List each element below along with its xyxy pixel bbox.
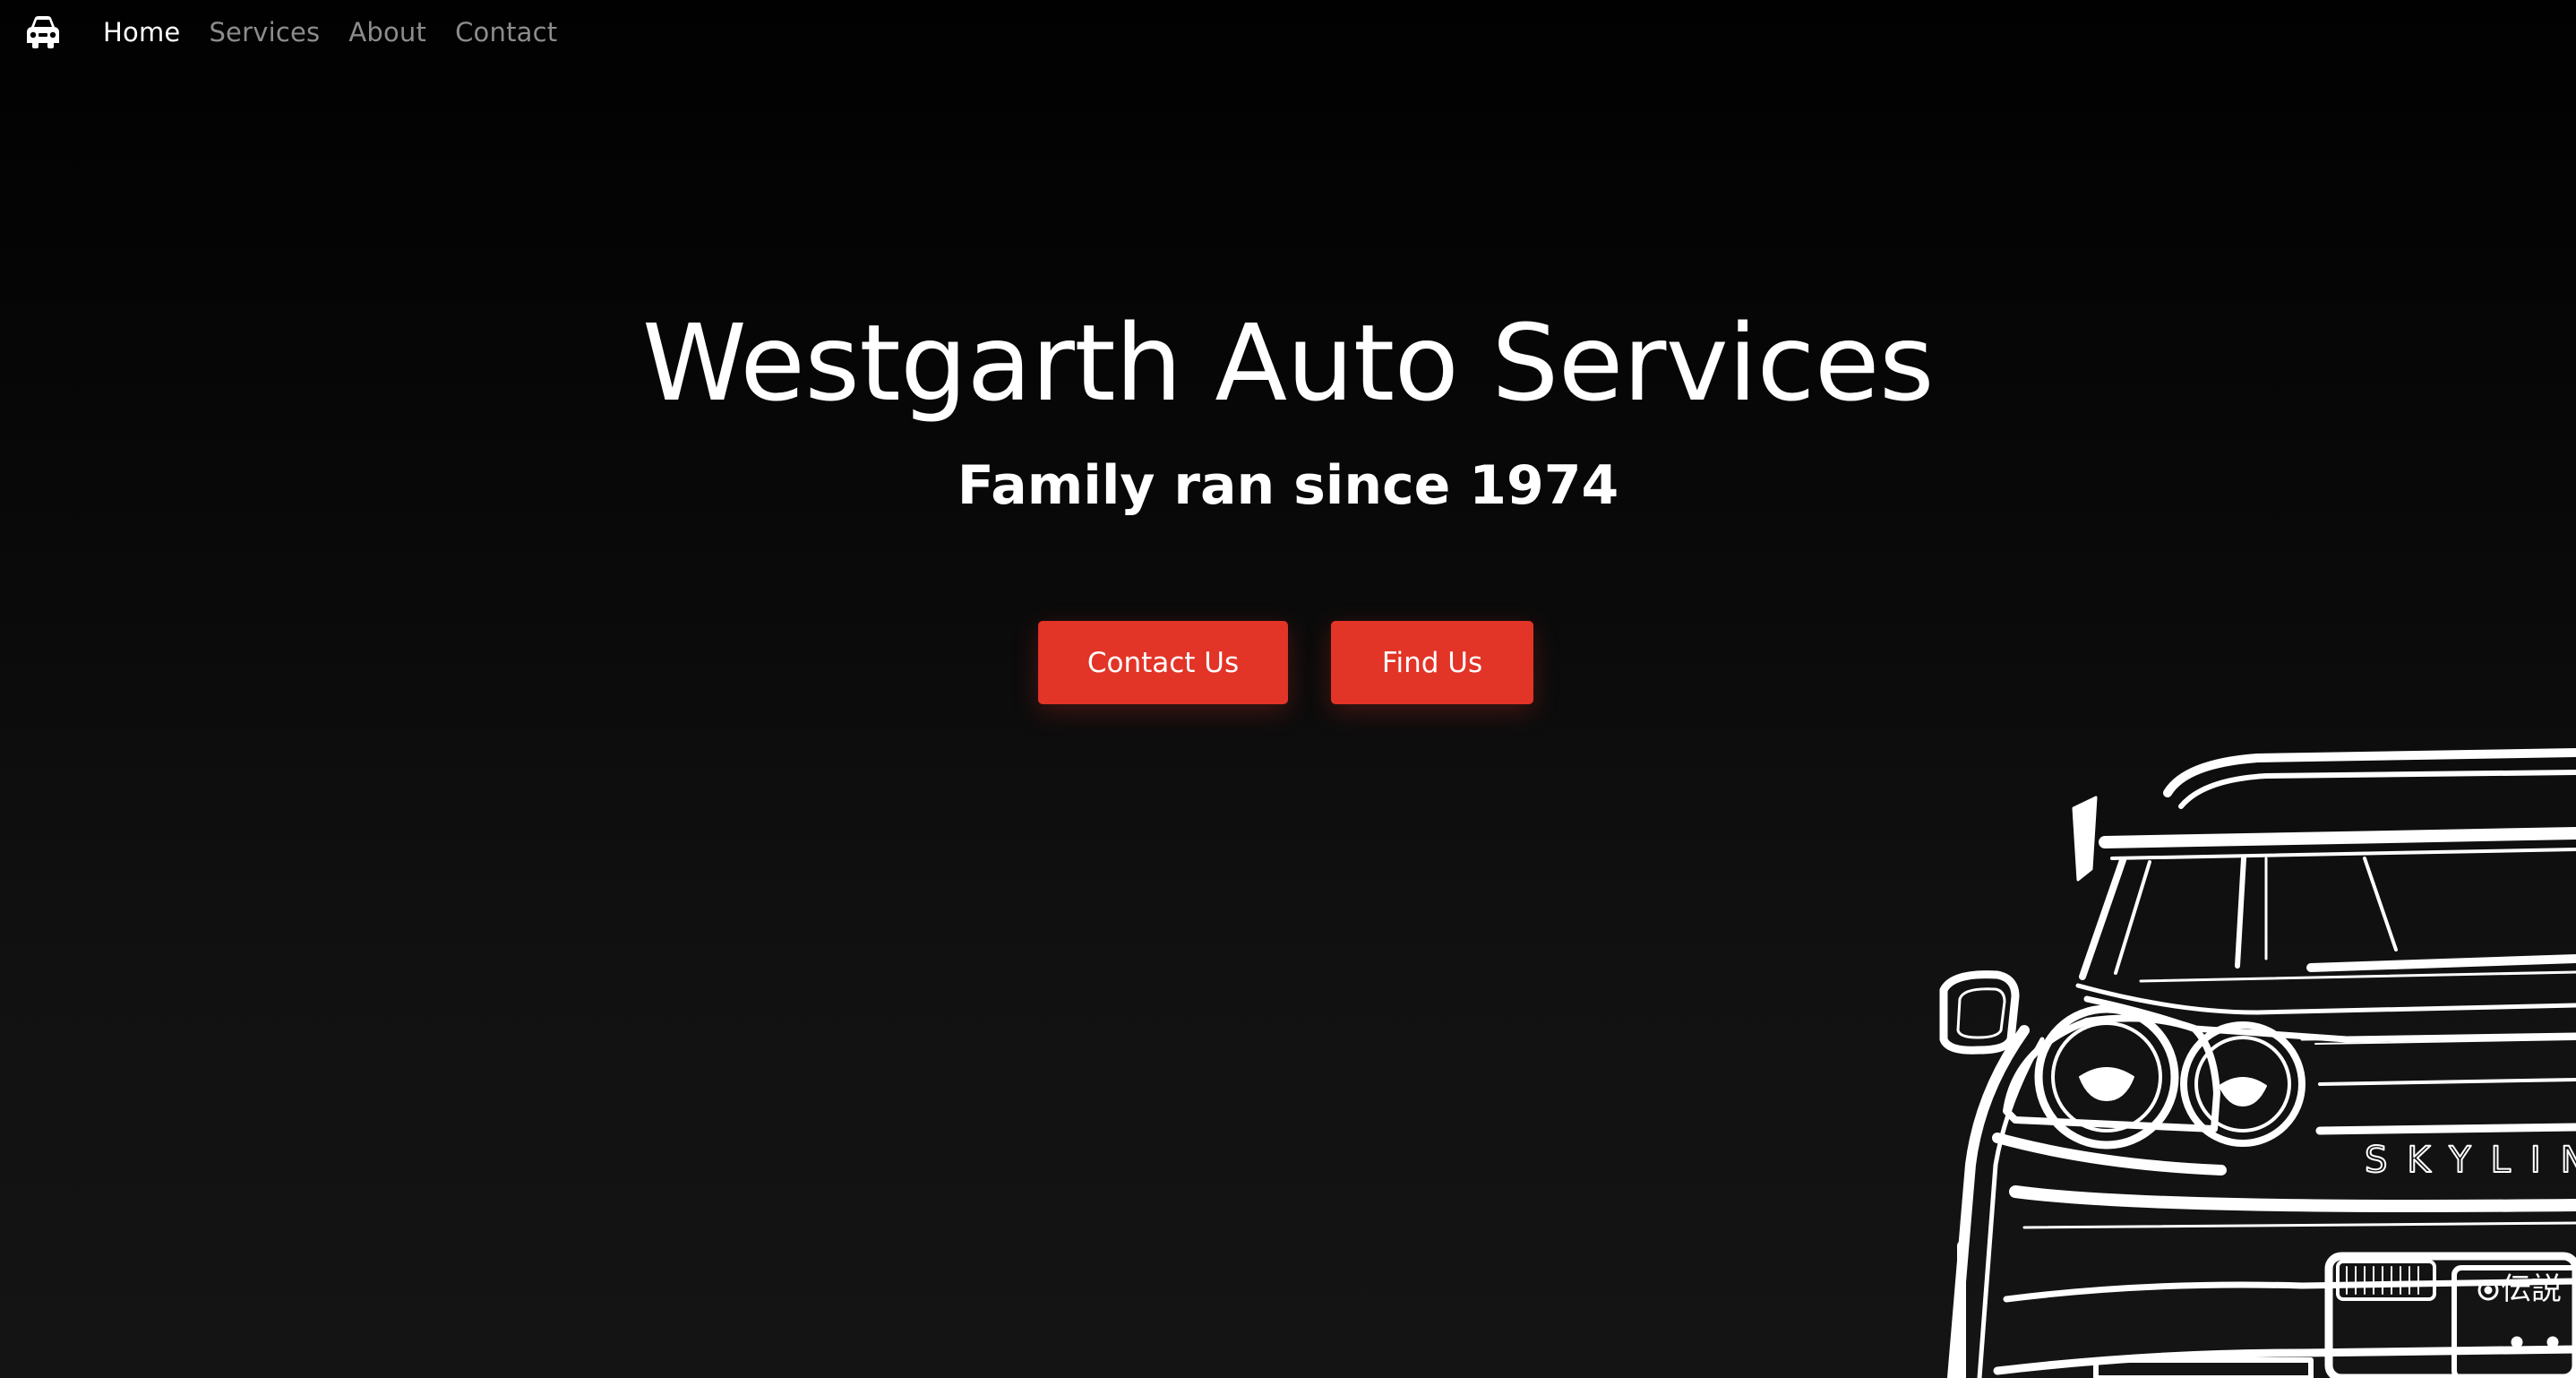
nav-link-services[interactable]: Services <box>209 17 320 47</box>
nav-link-about[interactable]: About <box>348 17 426 47</box>
svg-text:SKYLINE: SKYLINE <box>2365 1140 2576 1181</box>
hero-title: Westgarth Auto Services <box>642 301 1934 425</box>
nav-links: Home Services About Contact <box>103 13 557 52</box>
plate-text: 伝説 <box>2501 1271 2562 1307</box>
page: Home Services About Contact Westgarth Au… <box>0 0 2576 1378</box>
nav-link-home[interactable]: Home <box>103 17 180 47</box>
car-icon <box>27 16 59 48</box>
top-navbar: Home Services About Contact <box>0 0 2576 66</box>
skyline-car-rear-illustration: SKYLINE 伝説 <box>1939 748 2576 1378</box>
contact-us-button[interactable]: Contact Us <box>1038 621 1288 704</box>
find-us-button[interactable]: Find Us <box>1331 621 1533 704</box>
hero-subtitle: Family ran since 1974 <box>957 454 1619 517</box>
nav-link-contact[interactable]: Contact <box>455 17 557 47</box>
brand-logo[interactable] <box>23 13 63 52</box>
